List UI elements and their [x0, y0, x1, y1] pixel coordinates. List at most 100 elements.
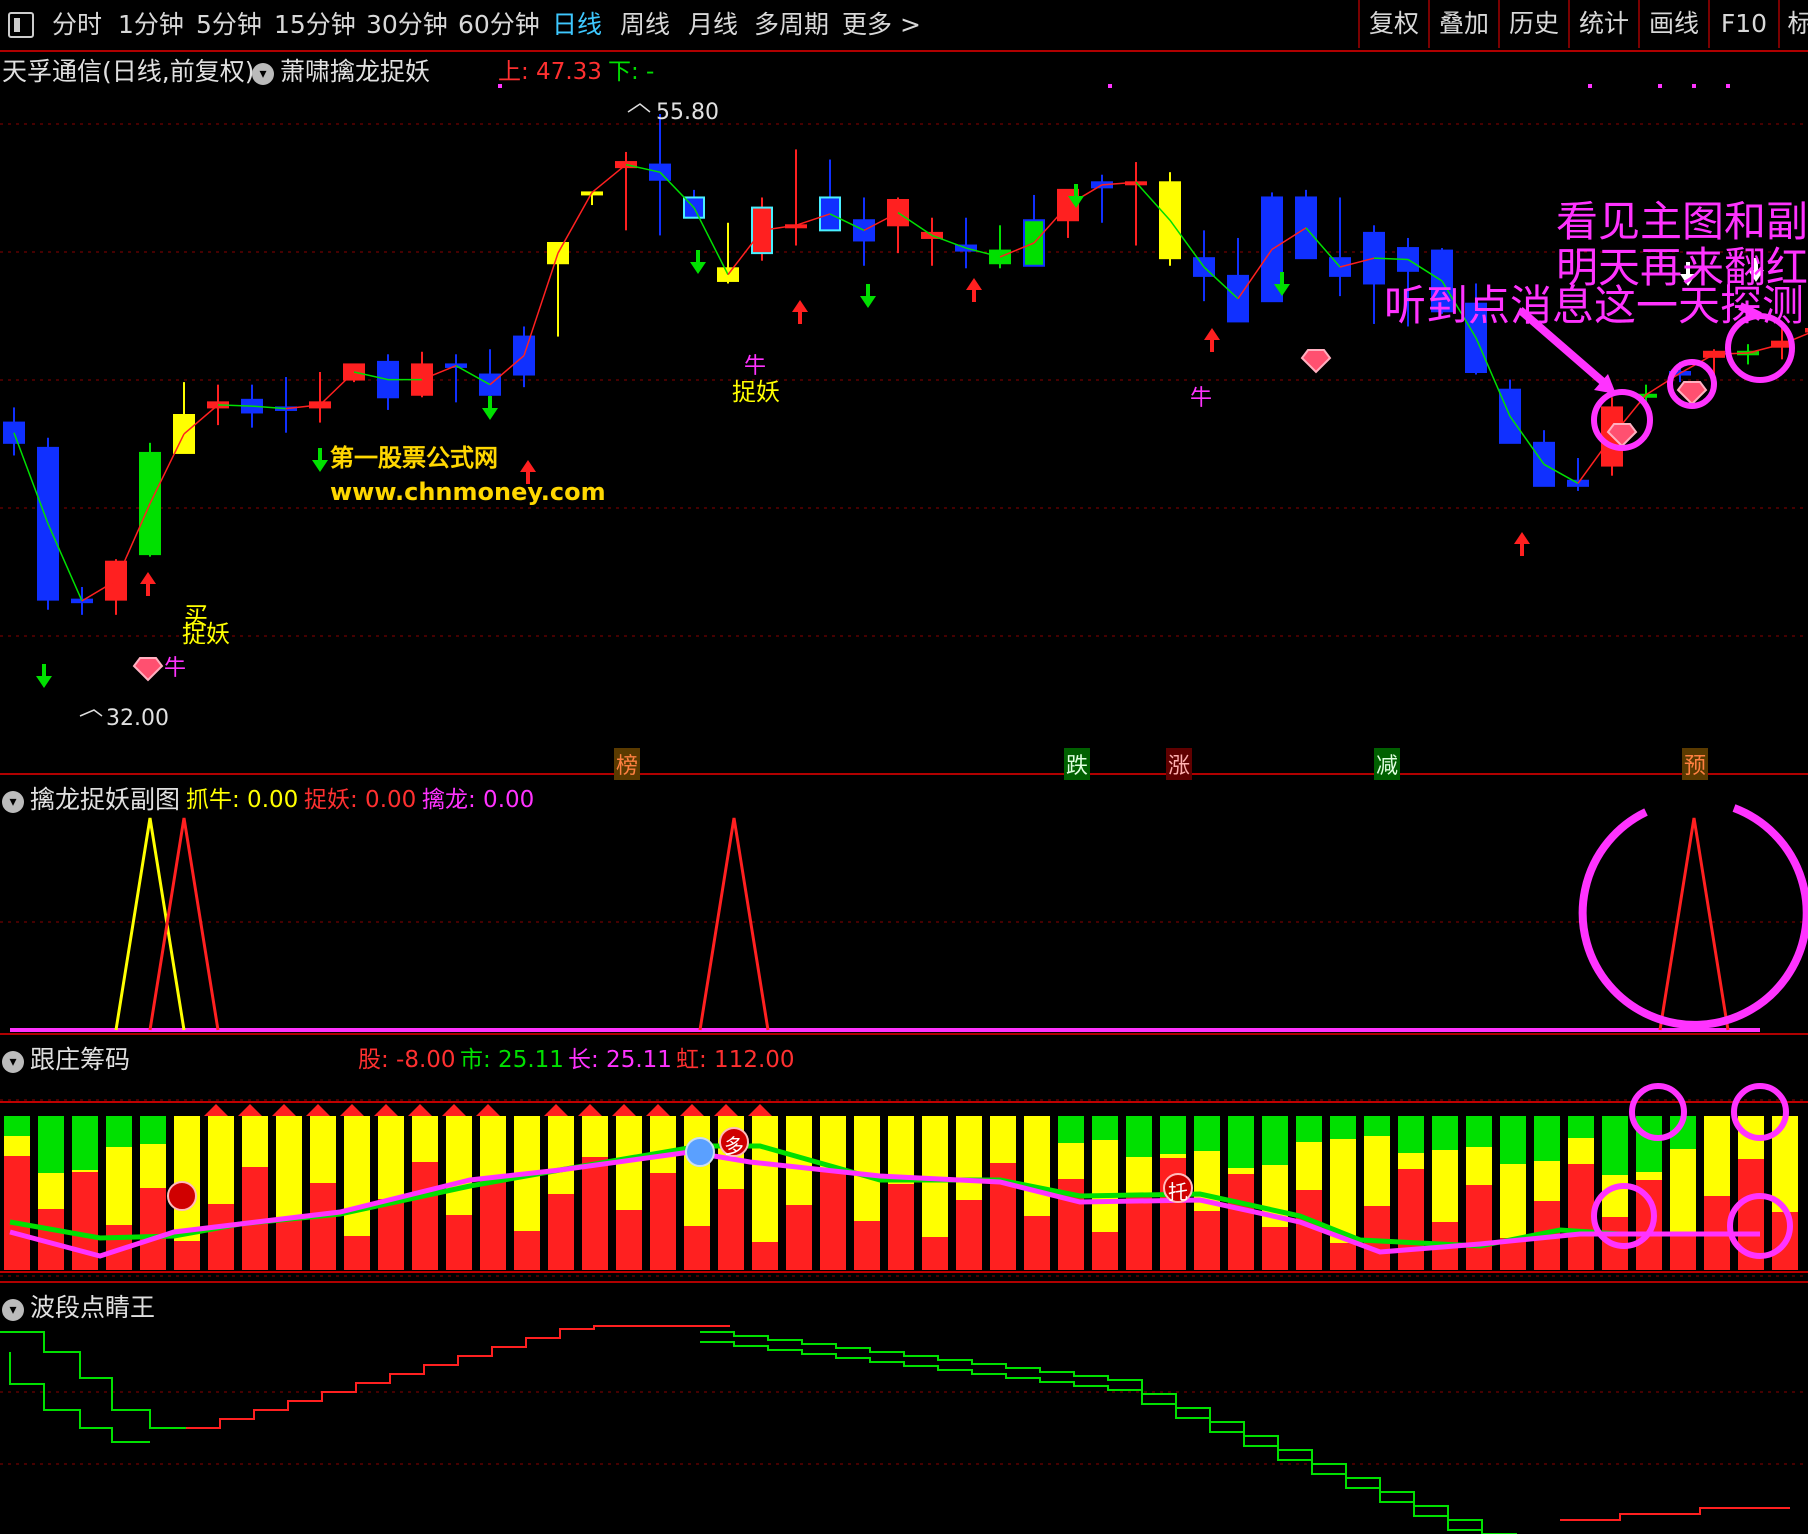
chip-top-marker-icon — [306, 1104, 330, 1116]
chip-bar-red — [616, 1210, 642, 1270]
chip-bar-yellow — [820, 1116, 846, 1168]
chip-bar-red — [140, 1188, 166, 1270]
chip-bar-red — [412, 1162, 438, 1270]
tag-die: 跌 — [1064, 748, 1091, 780]
chip-bar-yellow — [1058, 1143, 1084, 1179]
chip-bar-yellow — [650, 1116, 676, 1173]
chip-bar-red — [582, 1157, 608, 1270]
trend-line-segment — [523, 252, 559, 356]
chip-top-marker-icon — [544, 1104, 568, 1116]
main-indicator-label: 萧啸擒龙捉妖 — [280, 57, 431, 86]
chip-bar-red — [1126, 1195, 1152, 1270]
chip-top-marker-icon — [238, 1104, 262, 1116]
niu-label-3: 牛 — [1190, 386, 1213, 411]
high-pointer-icon — [627, 103, 651, 113]
trend-line-segment — [591, 164, 627, 193]
chip-bar-yellow — [242, 1116, 268, 1167]
signal-arrow-icon — [140, 572, 156, 596]
chip-bar-yellow — [208, 1116, 234, 1204]
up-value: 上: 47.33 — [498, 59, 602, 85]
gem-signal-icon — [132, 657, 164, 682]
sub1-title[interactable]: ▾ 擒龙捉妖副图 — [2, 780, 180, 816]
sub3-title[interactable]: ▾ 波段点睛王 — [2, 1288, 155, 1324]
chip-bar-yellow — [106, 1147, 132, 1225]
chip-bar-green — [1398, 1116, 1424, 1153]
chevron-down-icon[interactable]: ▾ — [2, 1051, 24, 1073]
main-indicator-name[interactable]: ▾ 萧啸擒龙捉妖 — [252, 52, 430, 88]
chip-bar-green — [1194, 1116, 1220, 1151]
sub3-title-label: 波段点睛王 — [30, 1293, 156, 1322]
chip-bar-green — [1500, 1116, 1526, 1164]
tag-jian: 减 — [1374, 748, 1401, 780]
wave-step-line — [700, 1331, 1517, 1534]
tag-yu: 预 — [1682, 748, 1709, 780]
signal-arrow-icon — [860, 284, 876, 308]
chip-bar-yellow — [38, 1173, 64, 1209]
sub1-spike — [698, 817, 770, 1031]
sub1-title-label: 擒龙捉妖副图 — [30, 785, 181, 814]
sub2-shi: 市: 25.11 — [460, 1047, 564, 1073]
chevron-down-icon[interactable]: ▾ — [252, 63, 274, 85]
sub2-title[interactable]: ▾ 跟庄筹码 — [2, 1040, 130, 1076]
chip-bar-red — [922, 1237, 948, 1270]
chip-bar-green — [1228, 1116, 1254, 1168]
chevron-down-icon[interactable]: ▾ — [2, 1299, 24, 1321]
chip-bar-yellow — [990, 1116, 1016, 1163]
chip-bar-red — [650, 1173, 676, 1270]
chip-bar-yellow — [412, 1116, 438, 1162]
marker-dot — [1692, 84, 1696, 88]
chip-bar-yellow — [684, 1116, 710, 1226]
annotation-line-3: 听到点消息这一天探测 — [1384, 281, 1805, 330]
chip-bar-red — [344, 1236, 370, 1270]
trend-line-segment — [1475, 337, 1511, 417]
chip-bar-yellow — [4, 1136, 30, 1156]
chip-top-marker-icon — [340, 1104, 364, 1116]
chip-bar-green — [1466, 1116, 1492, 1147]
chip-bar-yellow — [1568, 1138, 1594, 1164]
chip-bar-green — [1058, 1116, 1084, 1143]
chip-bar-yellow — [1602, 1175, 1628, 1217]
trend-line-segment — [557, 192, 593, 254]
chip-bar-yellow — [956, 1116, 982, 1200]
chip-bar-red — [1092, 1232, 1118, 1270]
chip-bar-green — [1296, 1116, 1322, 1142]
chevron-down-icon[interactable]: ▾ — [2, 791, 24, 813]
kline-chart[interactable] — [0, 0, 1808, 1534]
chip-bar-red — [684, 1226, 710, 1270]
chip-bar-yellow — [480, 1116, 506, 1178]
chip-bar-yellow — [1296, 1142, 1322, 1190]
sub2-chang: 长: 25.11 — [568, 1047, 672, 1073]
chip-bar-yellow — [1534, 1161, 1560, 1201]
blue-ball-icon — [685, 1137, 715, 1167]
chip-bar-yellow — [1092, 1140, 1118, 1232]
chip-top-marker-icon — [408, 1104, 432, 1116]
chip-line-magenta — [9, 1149, 1760, 1259]
chip-bar-yellow — [1398, 1153, 1424, 1169]
zhuoyao-label-1: 捉妖 — [182, 620, 230, 648]
tag-bang: 榜 — [614, 748, 641, 780]
chip-bar-green — [4, 1116, 30, 1136]
low-pointer-icon — [79, 709, 103, 717]
chip-bar-red — [1330, 1243, 1356, 1270]
chip-bar-green — [1160, 1116, 1186, 1154]
chip-top-marker-icon — [578, 1104, 602, 1116]
chip-top-marker-icon — [476, 1104, 500, 1116]
chip-bar-red — [1398, 1169, 1424, 1270]
niu-label-1: 牛 — [164, 656, 187, 681]
gem-signal-icon — [1300, 349, 1332, 374]
chip-bar-red — [1568, 1164, 1594, 1270]
signal-arrow-icon — [690, 250, 706, 274]
trend-line-segment — [659, 171, 695, 209]
signal-arrow-icon — [312, 448, 328, 472]
chip-bar-yellow — [140, 1144, 166, 1188]
chip-bar-red — [480, 1178, 506, 1270]
stock-title: 天孚通信(日线,前复权) — [2, 57, 255, 86]
wave-step-line — [1560, 1507, 1790, 1521]
chip-bar-red — [820, 1168, 846, 1270]
marker-dot — [1726, 84, 1730, 88]
chip-bar-red — [752, 1242, 778, 1270]
chip-bar-yellow — [1704, 1116, 1730, 1196]
chip-bar-red — [514, 1231, 540, 1270]
chip-bar-red — [1670, 1233, 1696, 1270]
chip-bar-yellow — [310, 1116, 336, 1183]
